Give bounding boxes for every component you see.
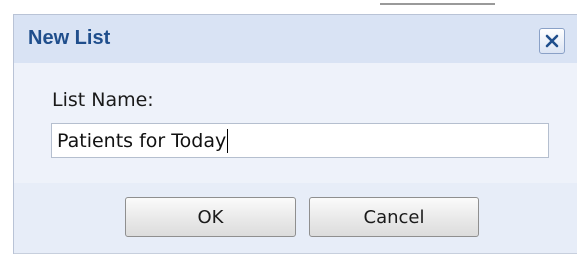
- list-name-label: List Name:: [52, 89, 154, 111]
- dialog-titlebar[interactable]: New List: [14, 15, 577, 63]
- new-list-dialog: New List List Name: OK Cancel: [13, 14, 577, 254]
- dialog-title: New List: [28, 27, 111, 49]
- close-icon: [544, 33, 560, 49]
- dialog-body: List Name:: [14, 63, 577, 183]
- list-name-input[interactable]: [51, 123, 549, 158]
- close-button[interactable]: [539, 28, 565, 54]
- text-caret: [227, 129, 229, 153]
- screen: New List List Name: OK Cancel: [0, 0, 577, 254]
- dialog-footer: OK Cancel: [14, 183, 577, 254]
- ok-button[interactable]: OK: [125, 197, 296, 237]
- background-divider: [380, 3, 495, 5]
- cancel-button[interactable]: Cancel: [309, 197, 479, 237]
